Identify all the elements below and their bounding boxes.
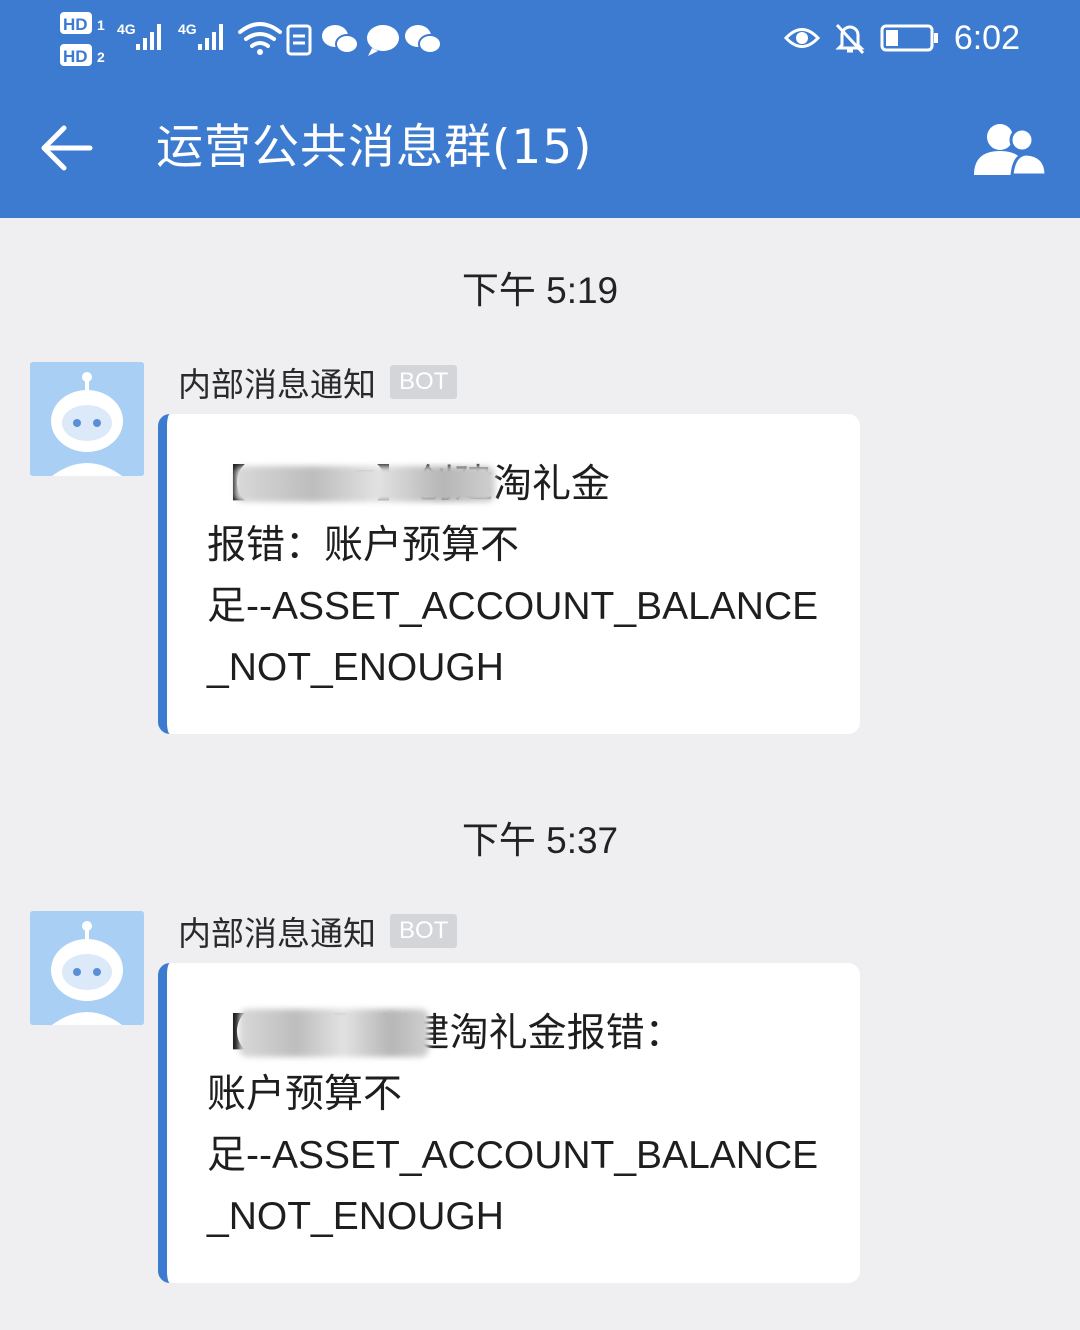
svg-text:4G: 4G [178,21,197,37]
svg-text:HD: HD [63,47,88,66]
timestamp: 下午 5:37 [461,820,619,861]
eye-icon [783,28,820,48]
group-members-icon [974,124,1048,177]
redaction-blur [235,466,495,502]
svg-text:4G: 4G [117,21,136,37]
timestamp: 下午 5:19 [461,270,619,311]
message-bubble[interactable]: 【 7】创建淘礼金 报错：账户预算不 足--ASSET_ACCOUNT_BALA… [158,414,860,734]
sender-name: 内部消息通知 [178,365,376,404]
svg-text:2: 2 [97,49,105,65]
chat-area[interactable]: 下午 5:19 内部消息通知 BOT 【 7】创建淘礼金 报错：账户预算不 足-… [0,218,1080,1330]
robot-avatar-icon [30,362,144,476]
top-bar: HD 1 HD 2 4G 4G 6:02 运营公共消息群(15) [0,0,1080,218]
sender-name: 内部消息通知 [178,914,376,953]
status-bar: HD 1 HD 2 4G 4G 6:02 [0,0,1080,80]
svg-text:HD: HD [63,15,88,34]
arrow-left-icon [41,125,93,171]
redaction-blur [239,1009,429,1057]
sender-row: 内部消息通知 BOT [178,362,458,404]
robot-avatar-icon [30,911,144,1025]
back-button[interactable] [30,108,102,188]
signal-icons: HD 1 HD 2 4G 4G [60,12,442,66]
bot-badge: BOT [390,914,458,948]
status-clock: 6:02 [953,18,1020,57]
status-right: 6:02 [783,16,1020,60]
avatar[interactable] [30,911,144,1025]
page-title: 运营公共消息群(15) [156,120,593,175]
group-members-button[interactable] [970,114,1050,184]
bot-badge: BOT [390,365,458,399]
message-bubble[interactable]: 【 】创建淘礼金报错： 账户预算不 足--ASSET_ACCOUNT_BALAN… [158,963,860,1283]
avatar[interactable] [30,362,144,476]
mute-bell-icon [835,23,865,55]
title-bar: 运营公共消息群(15) [0,80,1080,218]
sender-row: 内部消息通知 BOT [178,911,458,953]
battery-icon [880,24,938,52]
svg-text:1: 1 [97,17,105,33]
